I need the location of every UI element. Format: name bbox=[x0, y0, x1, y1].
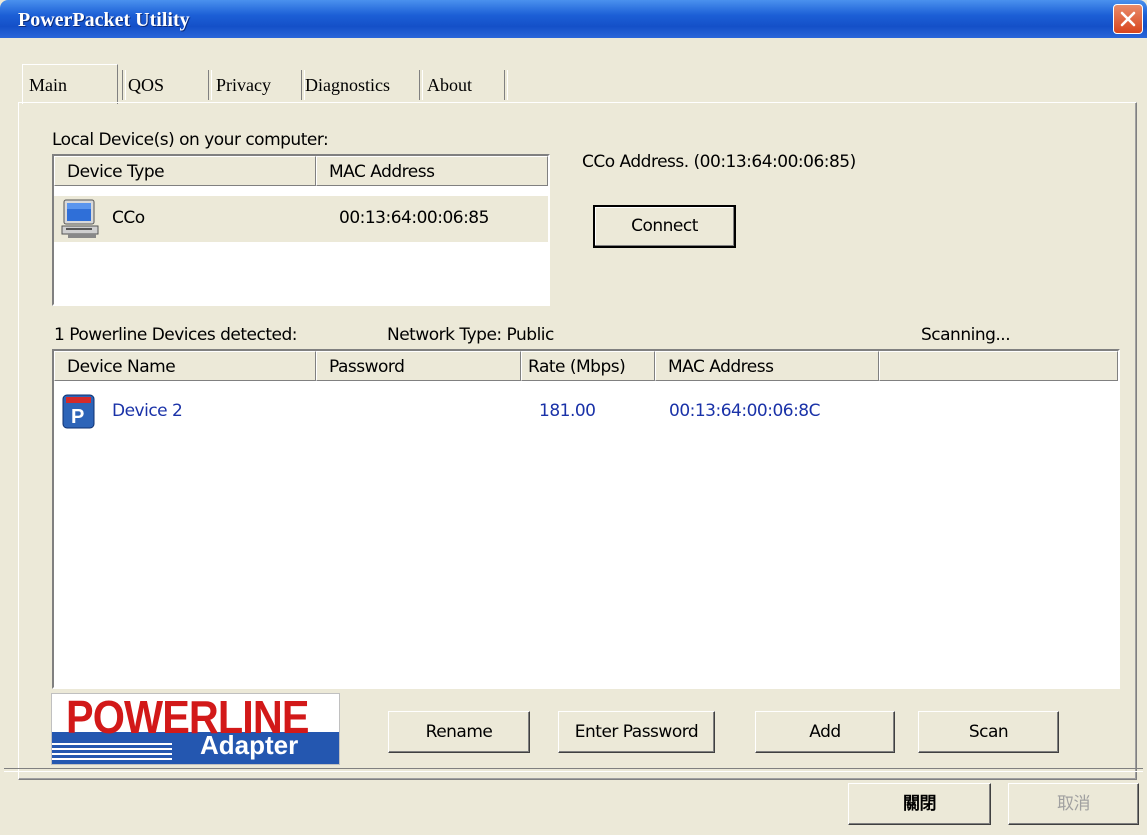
local-device-row[interactable]: CCo 00:13:64:00:06:85 bbox=[54, 196, 548, 242]
tab-about-label: About bbox=[427, 75, 472, 95]
window-title: PowerPacket Utility bbox=[18, 9, 190, 31]
utility-window: PowerPacket Utility Main QOS Privacy Dia… bbox=[0, 0, 1147, 835]
tab-divider bbox=[504, 70, 508, 100]
scanning-status: Scanning... bbox=[921, 325, 1011, 345]
add-button[interactable]: Add bbox=[755, 711, 895, 753]
tab-main-label: Main bbox=[29, 75, 67, 95]
column-device-mac[interactable]: MAC Address bbox=[655, 351, 879, 381]
close-icon bbox=[1120, 11, 1136, 27]
client-area: Main QOS Privacy Diagnostics About Local… bbox=[4, 38, 1143, 831]
logo-adapter-text: Adapter bbox=[200, 730, 299, 760]
computer-icon bbox=[61, 199, 99, 238]
network-type: Network Type: Public bbox=[387, 325, 554, 345]
tab-diagnostics-label: Diagnostics bbox=[305, 75, 390, 95]
close-window-button[interactable] bbox=[1113, 4, 1143, 34]
column-extra[interactable] bbox=[879, 351, 1118, 381]
powerline-devices-list[interactable]: Device Name Password Rate (Mbps) MAC Add… bbox=[52, 349, 1120, 689]
powerline-device-icon: P bbox=[62, 394, 95, 429]
tab-about[interactable]: About bbox=[419, 68, 499, 102]
device-mac: 00:13:64:00:06:8C bbox=[669, 401, 820, 421]
column-mac-address[interactable]: MAC Address bbox=[316, 156, 548, 186]
local-devices-list[interactable]: Device Type MAC Address CCo 00:13:64:00:… bbox=[52, 154, 550, 306]
device-rate: 181.00 bbox=[539, 401, 596, 421]
bottom-separator bbox=[4, 768, 1143, 772]
tab-diagnostics[interactable]: Diagnostics bbox=[301, 68, 421, 102]
device-row[interactable]: P Device 2 181.00 00:13:64:00:06:8C bbox=[54, 393, 1118, 433]
tab-privacy[interactable]: Privacy bbox=[208, 68, 292, 102]
cco-address: CCo Address. (00:13:64:00:06:85) bbox=[582, 152, 856, 172]
powerline-adapter-logo: POWERLINE Adapter bbox=[51, 693, 340, 765]
tab-qos[interactable]: QOS bbox=[122, 68, 202, 102]
column-password[interactable]: Password bbox=[316, 351, 521, 381]
devices-detected-count: 1 Powerline Devices detected: bbox=[54, 325, 297, 345]
local-list-header: Device Type MAC Address bbox=[54, 156, 548, 186]
scan-button[interactable]: Scan bbox=[918, 711, 1059, 753]
devices-list-header: Device Name Password Rate (Mbps) MAC Add… bbox=[54, 351, 1118, 381]
rename-button[interactable]: Rename bbox=[388, 711, 530, 753]
local-devices-heading: Local Device(s) on your computer: bbox=[52, 130, 329, 150]
tab-qos-label: QOS bbox=[128, 75, 165, 95]
column-rate[interactable]: Rate (Mbps) bbox=[521, 351, 655, 381]
enter-password-button[interactable]: Enter Password bbox=[558, 711, 715, 753]
local-device-type: CCo bbox=[112, 208, 145, 228]
title-bar[interactable]: PowerPacket Utility bbox=[0, 0, 1147, 38]
device-name: Device 2 bbox=[112, 401, 183, 421]
svg-text:P: P bbox=[71, 406, 84, 428]
close-button[interactable]: 關閉 bbox=[848, 783, 991, 825]
local-device-mac: 00:13:64:00:06:85 bbox=[339, 208, 489, 228]
connect-button[interactable]: Connect bbox=[593, 205, 736, 248]
tab-main[interactable]: Main bbox=[22, 64, 118, 104]
cancel-button[interactable]: 取消 bbox=[1008, 783, 1139, 825]
column-device-name[interactable]: Device Name bbox=[54, 351, 316, 381]
tab-privacy-label: Privacy bbox=[216, 75, 271, 95]
column-device-type[interactable]: Device Type bbox=[54, 156, 316, 186]
